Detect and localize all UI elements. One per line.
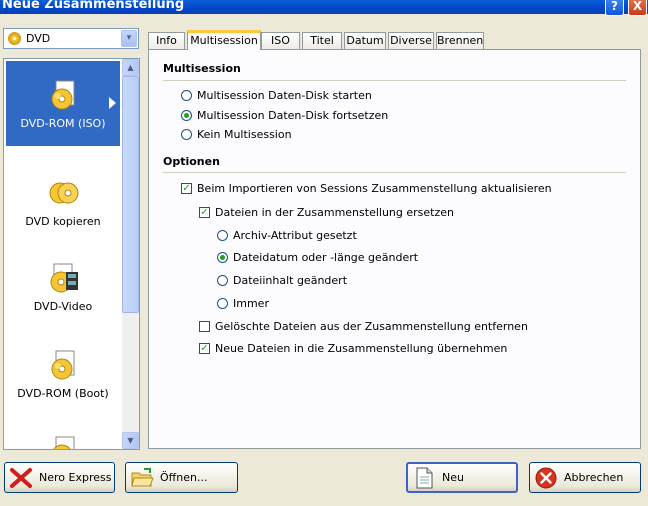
open-button[interactable]: Öffnen... bbox=[125, 462, 238, 493]
new-button[interactable]: Neu bbox=[406, 462, 518, 493]
radio-label: Kein Multisession bbox=[197, 128, 292, 141]
radio-button[interactable] bbox=[181, 129, 192, 140]
list-item-label: DVD-ROM (ISO) bbox=[20, 117, 106, 130]
radio-label: Multisession Daten-Disk fortsetzen bbox=[197, 109, 389, 122]
multisession-panel: Multisession Multisession Daten-Disk sta… bbox=[148, 49, 641, 449]
close-button[interactable]: X bbox=[628, 0, 647, 16]
dvd-rom-iso-icon bbox=[51, 80, 75, 110]
list-item-dvd-video[interactable]: DVD-Video bbox=[6, 244, 120, 329]
list-item-dvd-rom-iso[interactable]: DVD-ROM (ISO) bbox=[6, 61, 120, 146]
list-item-label: DVD-ROM (Boot) bbox=[17, 387, 109, 400]
radio-file-date-length[interactable]: Dateidatum oder -länge geändert bbox=[217, 251, 418, 264]
radio-label: Multisession Daten-Disk starten bbox=[197, 89, 372, 102]
title-bar: Neue Zusammenstellung ? X bbox=[0, 0, 648, 16]
dvd-copy-icon bbox=[49, 182, 79, 204]
scroll-down-button[interactable]: ▼ bbox=[122, 432, 139, 449]
checkbox-label: Dateien in der Zusammenstellung ersetzen bbox=[215, 206, 454, 219]
optionen-heading: Optionen bbox=[163, 155, 220, 168]
radio-file-content[interactable]: Dateiinhalt geändert bbox=[217, 274, 347, 287]
radio-button[interactable] bbox=[217, 275, 228, 286]
radio-label: Dateidatum oder -länge geändert bbox=[233, 251, 419, 264]
radio-continue-multisession[interactable]: Multisession Daten-Disk fortsetzen bbox=[181, 109, 388, 122]
cancel-icon bbox=[535, 467, 557, 488]
radio-start-multisession[interactable]: Multisession Daten-Disk starten bbox=[181, 89, 372, 102]
radio-button[interactable] bbox=[217, 252, 228, 263]
dvd-icon bbox=[53, 436, 75, 449]
checkbox[interactable]: ✓ bbox=[199, 343, 210, 354]
scroll-up-button[interactable]: ▲ bbox=[122, 59, 139, 76]
dvd-rom-boot-icon bbox=[51, 350, 75, 380]
open-label: Öffnen... bbox=[160, 471, 208, 484]
radio-button[interactable] bbox=[181, 90, 192, 101]
radio-button[interactable] bbox=[217, 298, 228, 309]
nero-express-label: Nero Express bbox=[39, 471, 112, 484]
chevron-down-icon[interactable]: ▾ bbox=[121, 30, 137, 47]
checkbox-label: Neue Dateien in die Zusammenstellung übe… bbox=[215, 342, 508, 355]
radio-archive-attribute[interactable]: Archiv-Attribut gesetzt bbox=[217, 229, 357, 242]
checkbox-add-new[interactable]: ✓ Neue Dateien in die Zusammenstellung ü… bbox=[199, 342, 507, 355]
multisession-heading: Multisession bbox=[163, 62, 241, 75]
checkbox[interactable] bbox=[199, 321, 210, 332]
new-label: Neu bbox=[442, 471, 464, 484]
list-item-label: DVD kopieren bbox=[25, 215, 101, 228]
help-button[interactable]: ? bbox=[605, 0, 624, 16]
scroll-thumb[interactable] bbox=[122, 76, 139, 313]
radio-label: Immer bbox=[233, 297, 269, 310]
media-type-dropdown[interactable]: DVD ▾ bbox=[3, 28, 139, 49]
tab-multisession[interactable]: Multisession bbox=[187, 30, 261, 50]
media-type-value: DVD bbox=[26, 32, 51, 45]
checkbox-label: Gelöschte Dateien aus der Zusammenstellu… bbox=[215, 320, 528, 333]
checkbox[interactable]: ✓ bbox=[199, 207, 210, 218]
divider bbox=[163, 80, 626, 81]
list-item-dvd-rom-boot[interactable]: DVD-ROM (Boot) bbox=[6, 331, 120, 416]
folder-open-icon bbox=[131, 467, 154, 486]
divider bbox=[163, 172, 626, 173]
checkbox-label: Beim Importieren von Sessions Zusammenst… bbox=[197, 182, 552, 195]
nero-express-icon bbox=[10, 467, 32, 488]
nero-express-button[interactable]: Nero Express bbox=[4, 462, 115, 493]
radio-label: Dateiinhalt geändert bbox=[233, 274, 348, 287]
checkbox-remove-deleted[interactable]: Gelöschte Dateien aus der Zusammenstellu… bbox=[199, 320, 528, 333]
checkbox[interactable]: ✓ bbox=[181, 183, 192, 194]
tab-brennen[interactable]: Brennen bbox=[436, 32, 484, 49]
disc-icon bbox=[8, 32, 21, 45]
dvd-video-icon bbox=[50, 263, 78, 293]
checkbox-replace-files[interactable]: ✓ Dateien in der Zusammenstellung ersetz… bbox=[199, 206, 454, 219]
tab-datum[interactable]: Datum bbox=[344, 32, 386, 49]
checkbox-import-update[interactable]: ✓ Beim Importieren von Sessions Zusammen… bbox=[181, 182, 552, 195]
radio-always[interactable]: Immer bbox=[217, 297, 269, 310]
new-document-icon bbox=[416, 467, 433, 488]
list-item-label: DVD-Video bbox=[33, 300, 93, 313]
tab-info[interactable]: Info bbox=[148, 32, 185, 49]
cancel-label: Abbrechen bbox=[564, 471, 624, 484]
radio-label: Archiv-Attribut gesetzt bbox=[233, 229, 357, 242]
window-title: Neue Zusammenstellung bbox=[2, 0, 185, 12]
tab-iso[interactable]: ISO bbox=[261, 32, 300, 49]
list-item-dvd-copy[interactable]: DVD kopieren bbox=[6, 159, 120, 244]
tab-titel[interactable]: Titel bbox=[302, 32, 342, 49]
tab-diverse[interactable]: Diverse bbox=[388, 32, 434, 49]
cancel-button[interactable]: Abbrechen bbox=[529, 462, 641, 493]
list-item-next[interactable] bbox=[6, 417, 120, 449]
radio-button[interactable] bbox=[181, 110, 192, 121]
compilation-type-list: DVD-ROM (ISO) DVD kopieren DVD-Video DVD… bbox=[3, 58, 140, 450]
radio-button[interactable] bbox=[217, 230, 228, 241]
radio-no-multisession[interactable]: Kein Multisession bbox=[181, 128, 292, 141]
vertical-scrollbar[interactable]: ▲ ▼ bbox=[122, 59, 139, 449]
selection-arrow-icon bbox=[109, 97, 116, 109]
